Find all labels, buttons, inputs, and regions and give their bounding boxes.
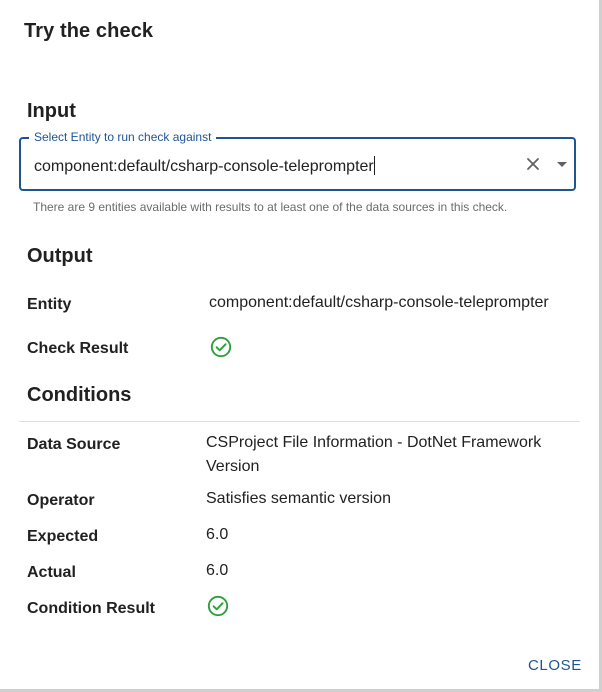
data-source-label: Data Source xyxy=(27,436,121,453)
actual-value: 6.0 xyxy=(206,562,229,579)
check-circle-icon xyxy=(210,336,232,358)
conditions-divider xyxy=(19,421,580,422)
entity-value: component:default/csharp-console-telepro… xyxy=(209,294,549,311)
operator-value: Satisfies semantic version xyxy=(206,490,391,507)
conditions-heading: Conditions xyxy=(27,384,132,406)
actual-label: Actual xyxy=(27,564,76,581)
entity-select-field[interactable]: Select Entity to run check against compo… xyxy=(19,130,576,191)
entity-helper-text: There are 9 entities available with resu… xyxy=(33,200,508,214)
output-heading: Output xyxy=(27,245,93,267)
dialog-title: Try the check xyxy=(24,20,154,42)
entity-select-input[interactable]: component:default/csharp-console-telepro… xyxy=(34,156,375,176)
data-source-value: CSProject File Information - DotNet Fram… xyxy=(206,434,542,475)
input-heading: Input xyxy=(27,100,76,122)
check-circle-icon xyxy=(207,595,229,617)
entity-label: Entity xyxy=(27,296,72,313)
expected-value: 6.0 xyxy=(206,526,229,543)
condition-result-label: Condition Result xyxy=(27,600,155,617)
entity-select-label: Select Entity to run check against xyxy=(29,130,217,145)
try-check-dialog: Try the check Input Select Entity to run… xyxy=(0,0,602,692)
expected-label: Expected xyxy=(27,528,99,545)
operator-label: Operator xyxy=(27,492,95,509)
close-button[interactable]: CLOSE xyxy=(520,655,590,676)
chevron-down-icon[interactable] xyxy=(552,154,572,174)
clear-icon[interactable] xyxy=(523,154,543,174)
check-result-label: Check Result xyxy=(27,340,129,357)
